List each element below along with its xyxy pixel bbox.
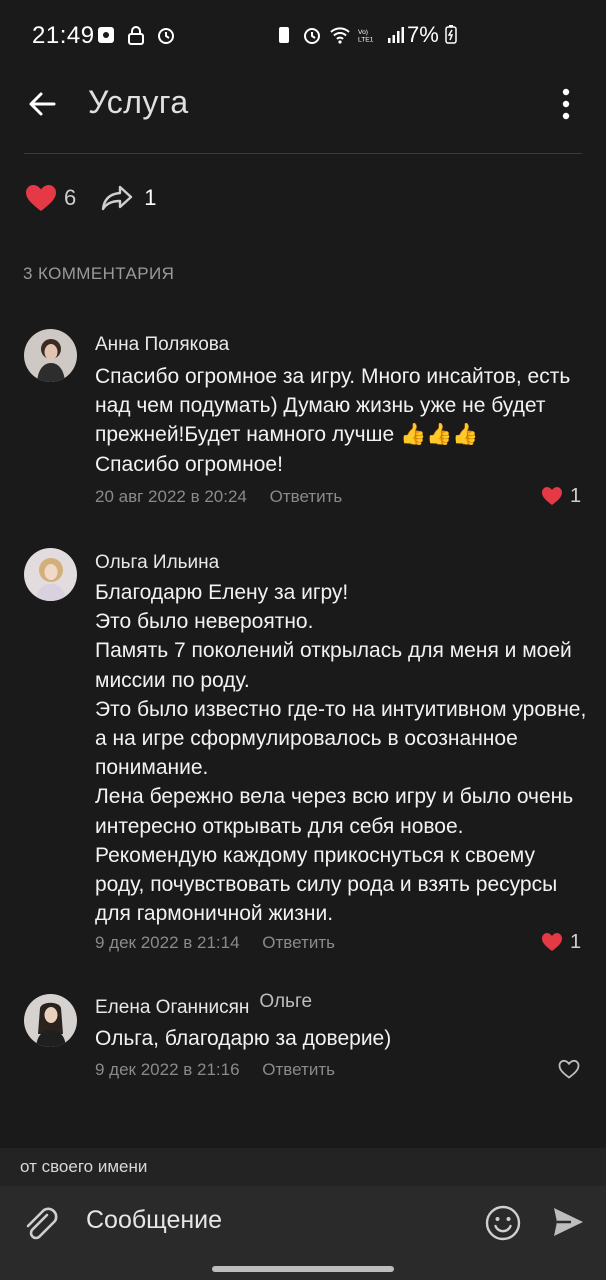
comment-author[interactable]: Елена Оганнисян Ольге — [95, 991, 312, 1019]
battery-percent: 7% — [407, 22, 439, 47]
shares-count: 1 — [144, 185, 157, 210]
more-menu-button[interactable] — [548, 84, 584, 124]
comment-author[interactable]: Ольга Ильина — [95, 552, 219, 574]
alarm-icon — [304, 28, 320, 44]
comment-date: 9 дек 2022 в 21:14 — [95, 933, 240, 952]
comment-date: 20 авг 2022 в 20:24 — [95, 487, 247, 506]
comment-author[interactable]: Анна Полякова — [95, 334, 229, 356]
status-icons-left — [96, 25, 176, 45]
svg-text:LTE1: LTE1 — [358, 37, 374, 44]
share-button[interactable] — [100, 184, 134, 212]
status-bar: 21:49 Vo) LTE1 7% — [0, 0, 606, 72]
avatar-photo — [24, 994, 77, 1047]
comments-count-header: 3 КОММЕНТАРИЯ — [23, 264, 175, 283]
page-title: Услуга — [88, 84, 189, 120]
comment-likes-count: 1 — [570, 930, 582, 953]
app-bar: Услуга — [0, 72, 606, 154]
battery-icon — [445, 25, 457, 44]
author-name: Ольга Ильина — [95, 552, 220, 573]
battery-saver-icon — [279, 27, 289, 43]
likes-count: 6 — [64, 185, 77, 210]
like-button[interactable] — [24, 183, 58, 213]
comment-meta: 9 дек 2022 в 21:16 Ответить — [95, 1060, 335, 1080]
comment-text: Спасибо огромное за игру. Много инсайтов… — [95, 365, 571, 476]
alarm-icon — [158, 28, 174, 44]
smile-icon[interactable] — [484, 1204, 522, 1242]
avatar-photo — [24, 548, 77, 601]
reply-button[interactable]: Ответить — [262, 1060, 335, 1079]
reply-button[interactable]: Ответить — [262, 933, 335, 952]
comment-text: Благодарю Елену за игру! Это было неверо… — [95, 581, 587, 926]
signal-icon — [388, 27, 404, 43]
avatar[interactable] — [24, 329, 77, 382]
reply-button[interactable]: Ответить — [270, 487, 343, 506]
paperclip-icon[interactable] — [22, 1202, 62, 1244]
heart-filled-icon — [542, 933, 562, 951]
header-divider — [24, 153, 582, 154]
gesture-home-bar[interactable] — [212, 1266, 394, 1272]
wifi-icon — [330, 27, 350, 44]
comment-like-button[interactable]: 1 — [540, 484, 581, 508]
post-as-selector[interactable]: от своего имени — [0, 1148, 606, 1186]
post-as-label: от своего имени — [20, 1157, 148, 1176]
comment-date: 9 дек 2022 в 21:16 — [95, 1060, 240, 1079]
send-icon[interactable] — [550, 1204, 586, 1240]
reply-to-name[interactable]: Ольге — [259, 991, 312, 1012]
comment-like-button[interactable]: 1 — [540, 930, 581, 954]
back-button[interactable] — [22, 84, 62, 124]
status-time: 21:49 — [32, 22, 95, 49]
avatar[interactable] — [24, 548, 77, 601]
author-name: Анна Полякова — [95, 334, 230, 355]
message-input[interactable]: Сообщение — [86, 1206, 222, 1235]
author-name: Елена Оганнисян — [95, 997, 250, 1018]
avatar-photo — [24, 329, 77, 382]
heart-outline-icon — [558, 1059, 580, 1079]
comment-meta: 9 дек 2022 в 21:14 Ответить — [95, 933, 335, 953]
status-icons-right: Vo) LTE1 — [274, 25, 406, 45]
volte-icon: Vo)LTE1 — [358, 29, 374, 44]
comment-text: Ольга, благодарю за доверие) — [95, 1027, 392, 1050]
lock-icon — [128, 26, 144, 45]
heart-filled-icon — [542, 487, 562, 505]
post-reactions: 6 1 — [24, 178, 157, 218]
svg-text:Vo): Vo) — [358, 29, 368, 36]
comment-likes-count: 1 — [570, 484, 582, 507]
comment-meta: 20 авг 2022 в 20:24 Ответить — [95, 487, 342, 507]
avatar[interactable] — [24, 994, 77, 1047]
battery-level: 7% — [407, 22, 457, 48]
notification-icon — [98, 27, 114, 43]
comment-like-button[interactable] — [557, 1057, 581, 1081]
